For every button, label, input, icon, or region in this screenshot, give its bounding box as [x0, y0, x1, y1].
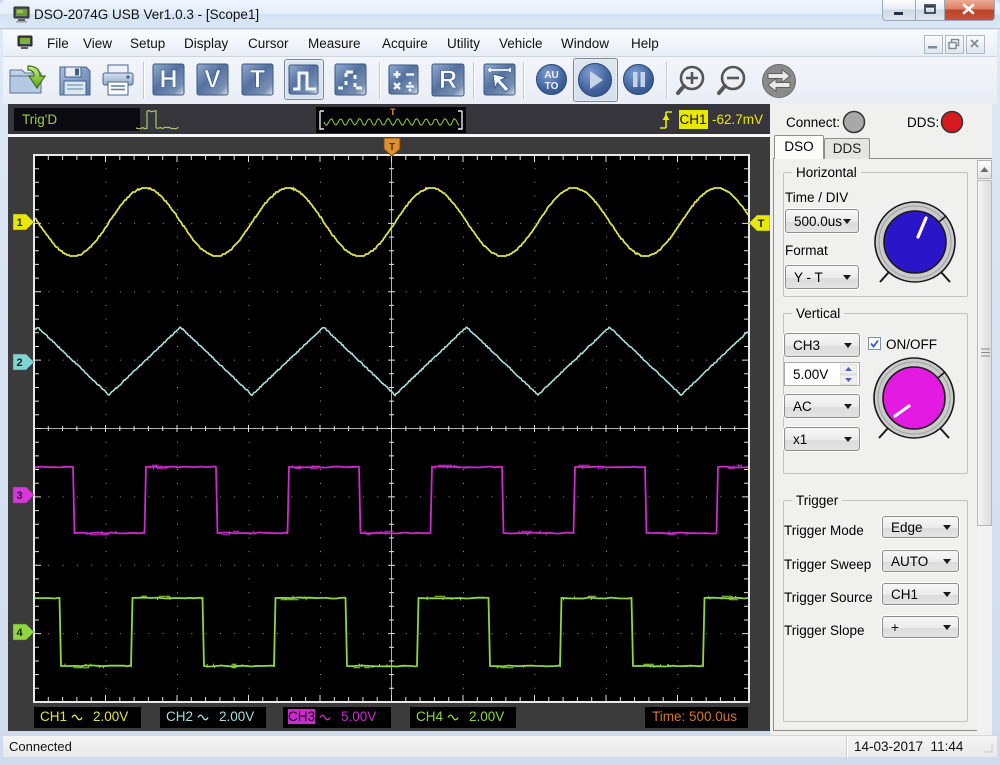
svg-text:T: T — [758, 218, 765, 230]
svg-text:T: T — [250, 66, 265, 94]
svg-text:T: T — [389, 142, 395, 153]
svg-text:1: 1 — [16, 217, 22, 229]
svg-text:4: 4 — [16, 627, 23, 639]
svg-text:2: 2 — [16, 357, 22, 369]
svg-text:3: 3 — [16, 490, 22, 502]
svg-text:V: V — [204, 66, 221, 94]
svg-text:Trig'D: Trig'D — [22, 112, 57, 127]
svg-text:AU: AU — [544, 70, 558, 81]
svg-text:T: T — [390, 107, 396, 117]
svg-text:R: R — [439, 66, 457, 94]
svg-text:-62.7mV: -62.7mV — [712, 112, 763, 127]
svg-text:CH1: CH1 — [679, 112, 706, 127]
svg-text:H: H — [159, 66, 177, 94]
svg-text:TO: TO — [545, 81, 559, 92]
